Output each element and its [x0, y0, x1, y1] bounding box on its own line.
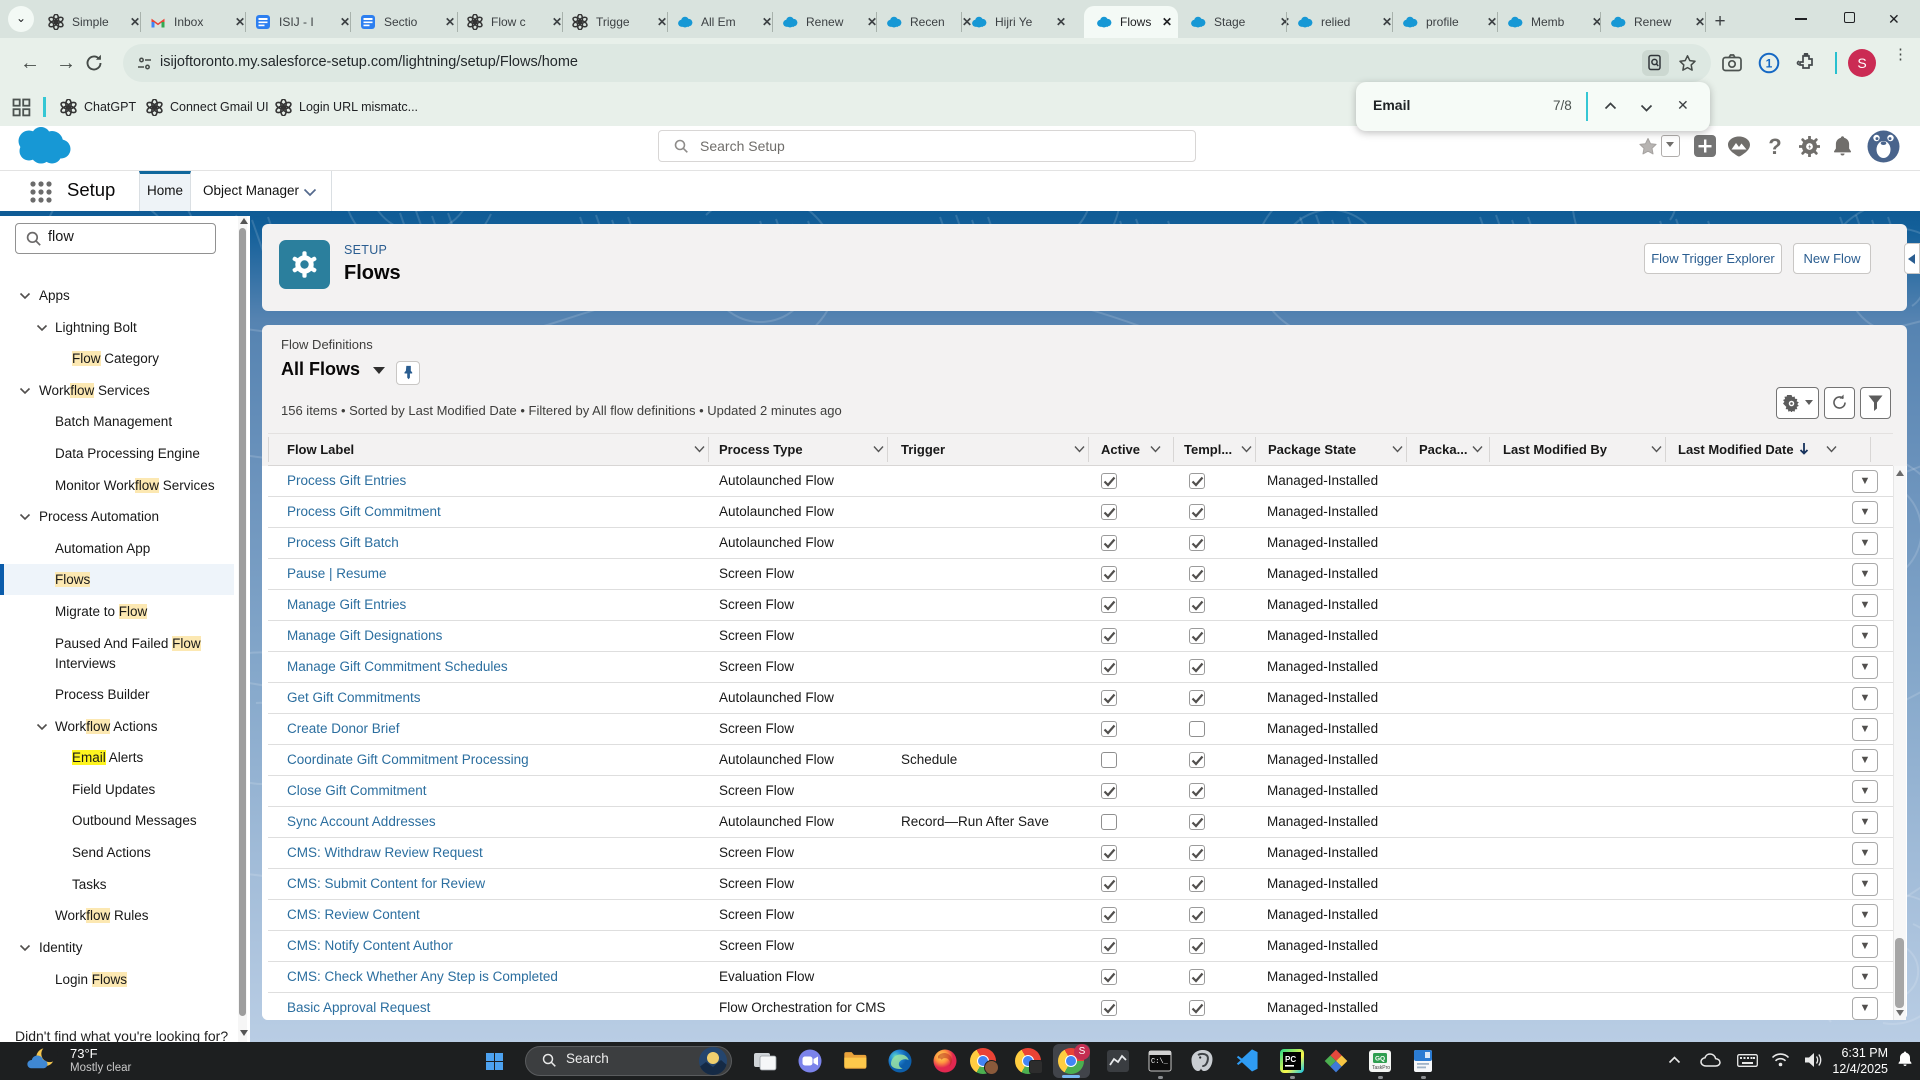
svg-text:?: ? — [1768, 134, 1781, 159]
svg-text:1: 1 — [1766, 57, 1773, 71]
svg-text:PC: PC — [1285, 1055, 1296, 1064]
svg-text:GQ: GQ — [1375, 1056, 1385, 1063]
svg-text:C:\_: C:\_ — [1151, 1058, 1169, 1066]
svg-text:TaskPro: TaskPro — [1372, 1065, 1390, 1071]
